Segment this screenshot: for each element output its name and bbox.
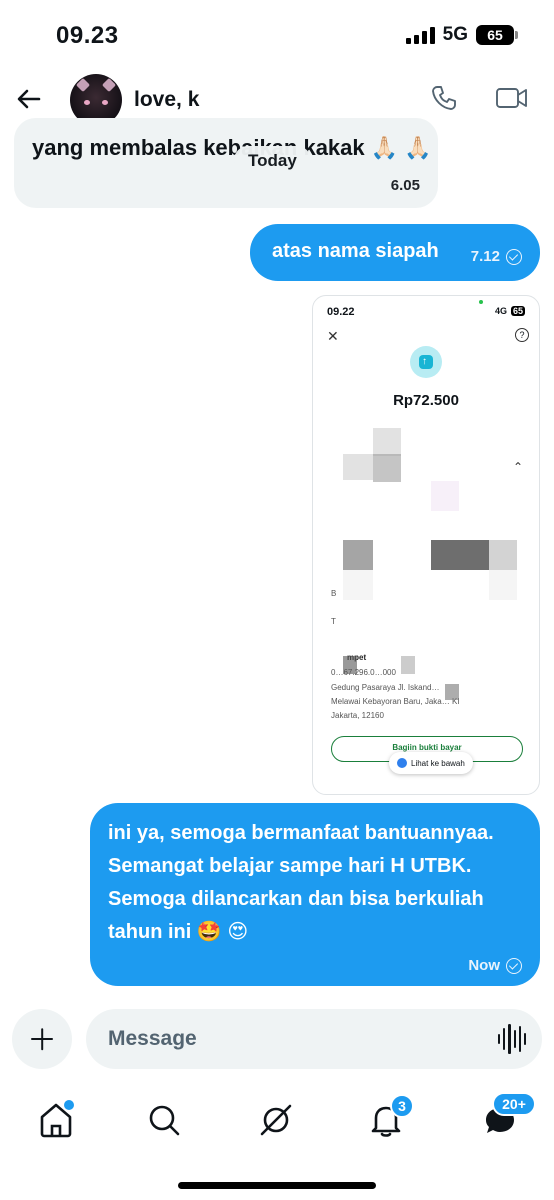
sent-message-meta: 7.12: [471, 248, 522, 265]
received-message-text: yang membalas kebaikan kakak 🙏🏻 🙏🏻: [32, 135, 432, 160]
sent-message-text: atas nama siapah: [272, 240, 439, 262]
image-chevron-icon: ⌃: [512, 460, 523, 474]
nav-messages[interactable]: 20+: [478, 1092, 536, 1142]
image-status-time: 09.22: [327, 306, 355, 318]
blur-region: [343, 540, 373, 570]
status-indicators: 5G 65: [405, 24, 518, 46]
image-address: Melawai Kebayoran Baru, Jaka… KI: [331, 697, 460, 706]
image-battery-icon: 65: [510, 306, 525, 316]
blur-region: [373, 454, 401, 482]
received-message[interactable]: yang membalas kebaikan kakak 🙏🏻 🙏🏻 6.05: [14, 118, 438, 208]
sent-message-time: Now: [468, 957, 500, 974]
nav-grok[interactable]: [254, 1098, 298, 1142]
read-check-icon: [506, 248, 522, 265]
image-help-icon: ?: [515, 328, 529, 342]
shared-image[interactable]: 09.22 4G 65 ✕ ? ↑ Rp72.500 ⌃ B T mpet 0……: [312, 295, 540, 795]
call-button[interactable]: [428, 82, 460, 114]
status-time: 09.23: [56, 22, 119, 49]
date-divider: Today: [234, 146, 311, 176]
blur-region: [343, 454, 373, 480]
home-indicator: [178, 1182, 376, 1189]
battery-icon: 65: [476, 25, 518, 45]
video-camera-icon: [496, 88, 527, 108]
image-scroll-pill: Lihat ke bawah: [389, 752, 473, 774]
blur-region: [373, 428, 401, 456]
add-attachment-button[interactable]: [12, 1009, 72, 1069]
search-icon: [149, 1105, 180, 1136]
image-upload-icon: ↑: [410, 346, 442, 378]
sent-message[interactable]: ini ya, semoga bermanfaat bantuannyaa. S…: [90, 803, 540, 986]
image-address: Gedung Pasaraya Jl. Iskand…: [331, 683, 440, 692]
contact-name[interactable]: love, k: [134, 88, 199, 112]
image-address: Jakarta, 12160: [331, 711, 384, 720]
signal-icon: [405, 26, 435, 44]
image-label: B: [331, 589, 337, 598]
messages-badge: 20+: [492, 1092, 536, 1116]
nav-search[interactable]: [142, 1098, 186, 1142]
blur-region: [489, 570, 517, 600]
network-type: 5G: [442, 24, 468, 45]
message-composer: [86, 1009, 542, 1069]
privacy-dot: [479, 300, 483, 304]
sent-message-text: ini ya, semoga bermanfaat bantuannyaa. S…: [108, 822, 494, 943]
nav-home[interactable]: [34, 1098, 78, 1142]
message-input[interactable]: [108, 1023, 468, 1055]
blur-region: [445, 684, 459, 700]
received-message-time: 6.05: [390, 177, 420, 194]
sent-message[interactable]: atas nama siapah 7.12: [250, 224, 540, 281]
grok-icon: [260, 1104, 292, 1136]
voice-message-button[interactable]: [498, 1023, 527, 1055]
image-network: 4G: [494, 306, 507, 316]
blur-region: [343, 656, 357, 674]
blur-region: [489, 540, 517, 570]
scroll-down-icon: [397, 758, 407, 768]
sent-message-meta: Now: [468, 957, 522, 974]
sent-message-time: 7.12: [470, 248, 500, 265]
nav-notifications[interactable]: 3: [364, 1094, 414, 1142]
image-label: T: [331, 617, 336, 626]
home-notification-dot: [64, 1100, 74, 1110]
blur-region: [431, 481, 459, 511]
phone-icon: [432, 86, 456, 110]
image-close-icon: ✕: [327, 328, 339, 344]
blur-region: [343, 570, 373, 600]
blur-region: [401, 656, 415, 674]
notifications-badge: 3: [390, 1094, 414, 1118]
video-call-button[interactable]: [494, 82, 530, 114]
back-arrow-icon: [17, 89, 41, 109]
status-bar: 09.23 5G 65: [0, 0, 554, 70]
image-number: 0…67.296.0…000: [331, 668, 396, 677]
image-status-indicators: 4G 65: [495, 306, 525, 316]
back-button[interactable]: [14, 84, 44, 114]
image-amount: Rp72.500: [393, 392, 459, 409]
blur-region: [431, 540, 489, 570]
image-pill-label: Lihat ke bawah: [411, 758, 465, 768]
read-check-icon: [506, 957, 522, 974]
